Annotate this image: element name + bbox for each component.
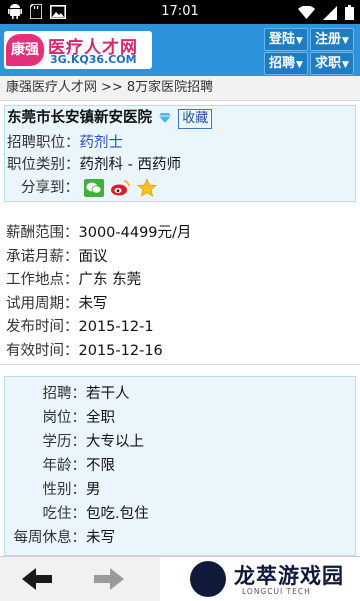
requirement-label: 每周休息： — [13, 530, 87, 546]
requirement-value: 未写 — [86, 530, 115, 546]
requirement-value: 全职 — [86, 410, 115, 426]
requirement-row: 吃住：包吃.包住 — [6, 504, 149, 524]
position-label: 招聘职位： — [7, 135, 80, 151]
requirement-row: 学历：大专以上 — [6, 432, 145, 452]
detail-label: 有效时间： — [6, 343, 79, 359]
detail-row: 薪酬范围：3000-4499元/月 — [6, 223, 191, 243]
detail-label: 试用周期： — [6, 295, 79, 312]
detail-row: 工作地点：广东 东莞 — [6, 270, 141, 290]
detail-row: 试用周期：未写 — [6, 294, 108, 314]
position-link[interactable]: 药剂士 — [80, 135, 124, 151]
breadcrumb-home[interactable]: 康强医疗人才网 — [6, 80, 97, 95]
category-row: 职位类别：药剂科 - 西药师 — [7, 155, 181, 175]
watermark-brand: 龙萃游戏园 LONGCUI TECH — [160, 557, 360, 601]
requirement-label: 岗位： — [42, 410, 87, 426]
jobseek-label: 求职 — [315, 56, 342, 71]
requirement-value: 不限 — [86, 458, 115, 474]
diamond-icon — [158, 113, 171, 123]
detail-value: 2015-12-1 — [78, 319, 154, 336]
divider — [0, 364, 360, 365]
requirement-label: 招聘： — [42, 386, 87, 402]
watermark-name: 龙萃游戏园 — [234, 564, 344, 588]
share-row: 分享到： — [21, 177, 157, 198]
recruit-button[interactable]: 招聘▼ — [264, 52, 308, 75]
requirement-label: 吃住： — [42, 506, 87, 522]
requirement-value: 包吃.包住 — [86, 506, 149, 522]
share-label: 分享到： — [21, 180, 79, 196]
logo-domain: 3G.KQ36.COM — [50, 53, 137, 66]
detail-value: 面议 — [78, 248, 108, 265]
wifi-icon — [298, 6, 315, 19]
jobseek-button[interactable]: 求职▼ — [310, 52, 354, 75]
battery-icon — [345, 5, 354, 20]
detail-row: 发布时间：2015-12-1 — [6, 317, 154, 337]
requirement-value: 大专以上 — [86, 434, 144, 450]
detail-label: 承诺月薪： — [6, 248, 79, 265]
detail-value: 未写 — [78, 295, 108, 312]
site-logo[interactable]: 康强 医疗人才网 3G.KQ36.COM — [4, 31, 152, 69]
detail-row: 有效时间：2015-12-16 — [6, 341, 163, 361]
requirement-row: 性别：男 — [6, 480, 101, 500]
back-arrow-icon[interactable] — [18, 565, 58, 593]
requirement-label: 年龄： — [42, 458, 87, 474]
forward-arrow-icon[interactable] — [88, 565, 128, 593]
detail-value: 3000-4499元/月 — [78, 225, 192, 241]
requirement-row: 招聘：若干人 — [6, 384, 130, 404]
requirement-value: 男 — [86, 482, 101, 498]
status-bar: 17:01 — [0, 0, 360, 24]
detail-value: 广东 东莞 — [78, 272, 142, 289]
position-row: 招聘职位：药剂士 — [7, 133, 123, 153]
recruit-label: 招聘 — [269, 56, 296, 71]
category-label: 职位类别： — [7, 157, 80, 173]
requirement-value: 若干人 — [86, 386, 130, 402]
requirement-label: 性别： — [42, 482, 87, 498]
chevron-down-icon: ▼ — [296, 36, 303, 46]
detail-label: 薪酬范围： — [6, 225, 79, 241]
register-label: 注册 — [315, 32, 342, 47]
breadcrumb: 康强医疗人才网 >> 8万家医院招聘 — [0, 76, 360, 101]
register-button[interactable]: 注册▼ — [310, 28, 354, 51]
requirement-label: 学历： — [42, 434, 87, 450]
requirement-row: 每周休息：未写 — [6, 528, 116, 548]
category-value: 药剂科 - 西药师 — [79, 157, 181, 173]
collect-button[interactable]: 收藏 — [178, 109, 213, 129]
requirement-row: 岗位：全职 — [6, 408, 116, 428]
login-button[interactable]: 登陆▼ — [264, 28, 308, 51]
watermark-sub: LONGCUI TECH — [242, 587, 311, 596]
breadcrumb-separator: >> — [101, 80, 123, 95]
breadcrumb-current[interactable]: 8万家医院招聘 — [127, 80, 213, 95]
wechat-icon[interactable] — [83, 179, 104, 197]
logo-badge: 康强 — [6, 34, 44, 66]
job-summary-panel: 东莞市长安镇新安医院 收藏 招聘职位：药剂士 职位类别：药剂科 - 西药师 分享… — [4, 105, 356, 202]
detail-label: 工作地点： — [6, 272, 79, 289]
chevron-down-icon: ▼ — [342, 36, 349, 46]
watermark-logo-icon — [190, 561, 226, 597]
detail-label: 发布时间： — [6, 319, 79, 336]
chevron-down-icon: ▼ — [296, 60, 303, 70]
qzone-star-icon[interactable] — [136, 177, 157, 197]
weibo-icon[interactable] — [110, 179, 131, 197]
login-label: 登陆 — [269, 32, 296, 47]
detail-value: 2015-12-16 — [78, 343, 163, 359]
signal-icon — [323, 5, 337, 20]
bottom-nav-bar: 龙萃游戏园 LONGCUI TECH — [0, 556, 360, 601]
hospital-name[interactable]: 东莞市长安镇新安医院 — [7, 110, 152, 126]
detail-row: 承诺月薪：面议 — [6, 247, 108, 267]
requirement-row: 年龄：不限 — [6, 456, 116, 476]
app-header: 康强 医疗人才网 3G.KQ36.COM 登陆▼ 注册▼ 招聘▼ 求职▼ — [0, 24, 360, 76]
chevron-down-icon: ▼ — [342, 60, 349, 70]
hospital-row: 东莞市长安镇新安医院 收藏 — [7, 108, 213, 129]
